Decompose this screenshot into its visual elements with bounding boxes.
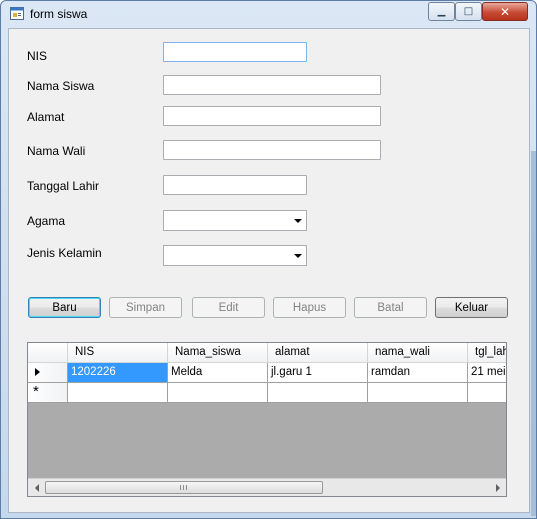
nama-wali-input[interactable] [163, 140, 381, 160]
label-nama-wali: Nama Wali [27, 144, 86, 158]
label-nama-siswa: Nama Siswa [27, 79, 95, 93]
column-header-tgl-lahir[interactable]: tgl_lahi [468, 343, 506, 363]
scrollbar-grip-icon: III [179, 483, 189, 492]
maximize-button[interactable]: □ [455, 2, 482, 21]
column-header-alamat[interactable]: alamat [268, 343, 368, 363]
column-header-nama-siswa[interactable]: Nama_siswa [168, 343, 268, 363]
jenis-kelamin-select[interactable] [163, 245, 307, 266]
table-cell[interactable]: jl.garu 1 [268, 363, 368, 383]
label-jenis-kelamin: Jenis Kelamin [27, 246, 102, 260]
new-row-cell[interactable] [68, 383, 168, 403]
table-cell[interactable]: 1202226 [68, 363, 168, 383]
grid-corner-header[interactable] [28, 343, 68, 363]
label-alamat: Alamat [27, 110, 65, 124]
dropdown-arrow-icon [294, 218, 302, 223]
scroll-right-arrow-icon [495, 483, 500, 492]
data-grid[interactable]: NIS Nama_siswa alamat nama_wali tgl_lahi… [27, 342, 507, 497]
scroll-left-button[interactable] [28, 479, 45, 496]
window-frame-edge [531, 151, 536, 516]
current-row-arrow-icon [35, 368, 40, 376]
label-tanggal-lahir: Tanggal Lahir [27, 179, 100, 193]
title-bar[interactable]: form siswa ▁ □ ✕ [1, 1, 536, 27]
scroll-left-arrow-icon [34, 483, 39, 492]
table-cell[interactable]: Melda [168, 363, 268, 383]
horizontal-scrollbar[interactable]: III [28, 478, 506, 496]
batal-button[interactable]: Batal [354, 297, 427, 318]
agama-select[interactable] [163, 210, 307, 231]
nama-siswa-input[interactable] [163, 75, 381, 95]
table-cell[interactable]: ramdan [368, 363, 468, 383]
scrollbar-thumb[interactable]: III [45, 481, 323, 494]
close-button[interactable]: ✕ [482, 2, 528, 21]
minimize-icon: ▁ [437, 6, 446, 17]
new-row-cell[interactable] [368, 383, 468, 403]
simpan-button[interactable]: Simpan [109, 297, 182, 318]
label-nis: NIS [27, 49, 48, 63]
new-row-header[interactable]: * [28, 383, 68, 403]
window-title: form siswa [30, 7, 88, 21]
column-header-nama-wali[interactable]: nama_wali [368, 343, 468, 363]
new-row-asterisk-icon: * [33, 383, 39, 400]
form-client-area: NIS Nama Siswa Alamat Nama Wali Tanggal … [8, 28, 530, 513]
nis-input[interactable] [163, 42, 307, 62]
new-row-cell[interactable] [268, 383, 368, 403]
row-header[interactable] [28, 363, 68, 383]
table-cell[interactable]: 21 mei 1 [468, 363, 506, 383]
keluar-button[interactable]: Keluar [435, 297, 508, 318]
baru-button[interactable]: Baru [28, 297, 101, 318]
maximize-icon: □ [463, 6, 474, 17]
minimize-button[interactable]: ▁ [428, 2, 455, 21]
tanggal-lahir-input[interactable] [163, 175, 307, 195]
dropdown-arrow-icon [294, 253, 302, 258]
app-form-icon [10, 7, 24, 20]
form-siswa-window: form siswa ▁ □ ✕ NIS Nama Siswa Alamat N… [0, 0, 537, 519]
new-row-cell[interactable] [468, 383, 506, 403]
scroll-right-button[interactable] [489, 479, 506, 496]
new-row-cell[interactable] [168, 383, 268, 403]
close-icon: ✕ [499, 4, 511, 19]
edit-button[interactable]: Edit [192, 297, 265, 318]
hapus-button[interactable]: Hapus [273, 297, 346, 318]
column-header-nis[interactable]: NIS [68, 343, 168, 363]
label-agama: Agama [27, 214, 66, 228]
alamat-input[interactable] [163, 106, 381, 126]
